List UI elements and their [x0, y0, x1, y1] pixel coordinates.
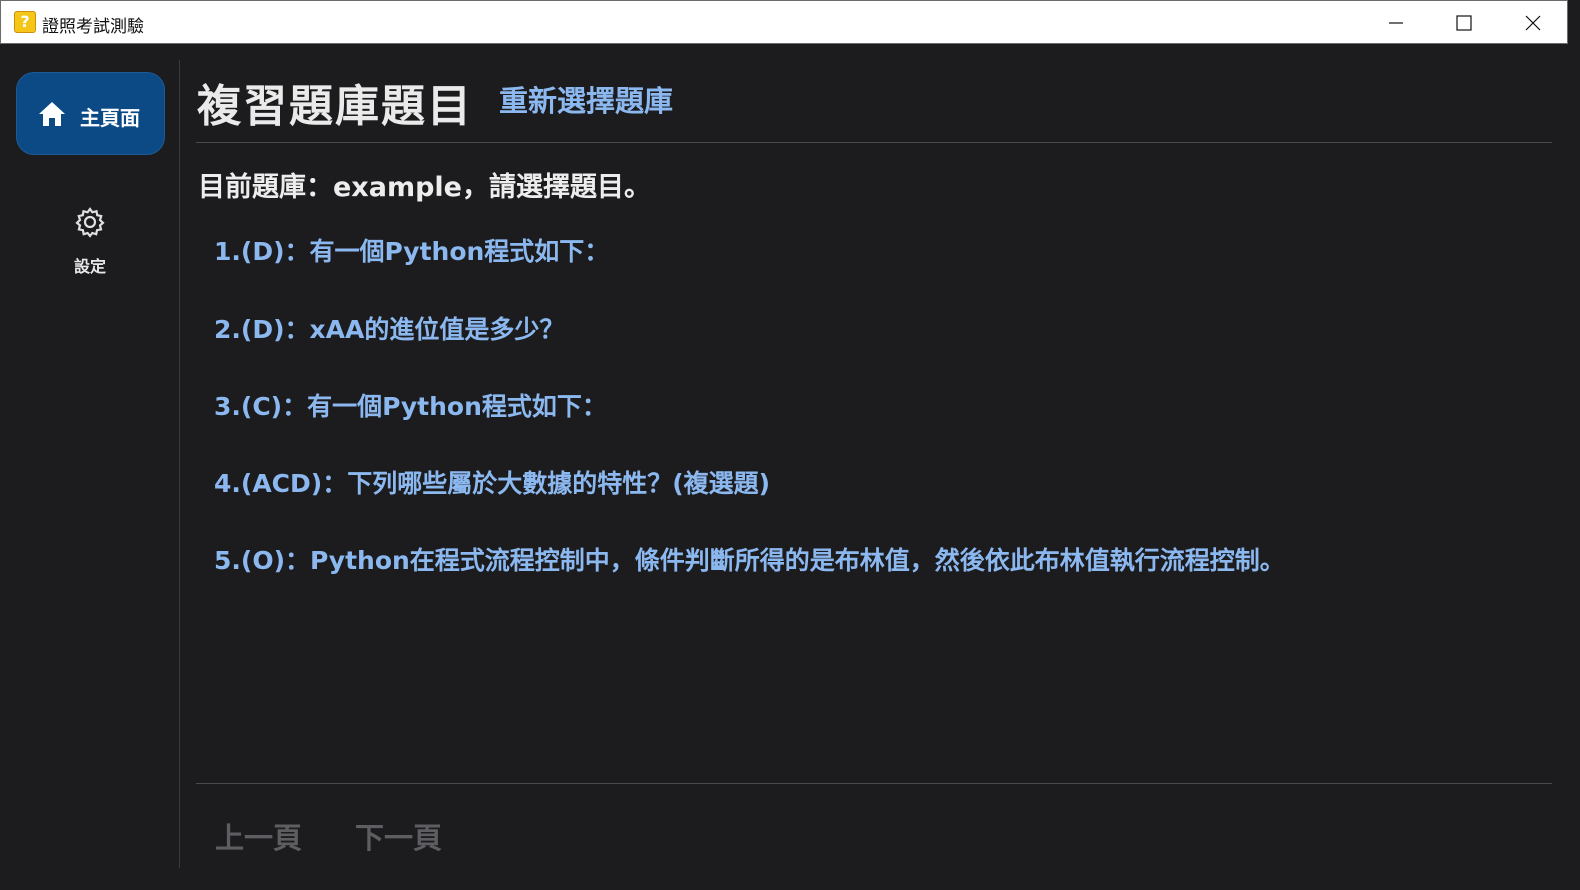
nav-settings-label: 設定 — [73, 257, 106, 276]
title-bar: ? 證照考試測驗 — [0, 0, 1568, 44]
question-item[interactable]: 5.(O)：Python在程式流程控制中，條件判斷所得的是布林值，然後依此布林值… — [214, 541, 1285, 577]
app-icon: ? — [14, 11, 36, 33]
prev-page-button[interactable]: 上一頁 — [215, 815, 302, 857]
window-title: 證照考試測驗 — [42, 17, 144, 37]
close-icon[interactable] — [1518, 8, 1548, 38]
sidebar-divider — [179, 60, 180, 868]
gear-icon — [75, 207, 105, 238]
reselect-bank-link[interactable]: 重新選擇題庫 — [499, 78, 673, 120]
current-bank-label: 目前題庫：example，請選擇題目。 — [198, 172, 651, 203]
home-icon — [39, 102, 65, 126]
page-title: 複習題庫題目 — [197, 81, 473, 132]
question-item[interactable]: 1.(D)：有一個Python程式如下： — [214, 232, 609, 268]
question-item[interactable]: 4.(ACD)：下列哪些屬於大數據的特性？(複選題) — [214, 464, 770, 500]
question-item[interactable]: 3.(C)：有一個Python程式如下： — [214, 387, 607, 423]
nav-home-label: 主頁面 — [80, 106, 140, 130]
next-page-button[interactable]: 下一頁 — [355, 815, 442, 857]
footer-divider — [196, 783, 1552, 784]
header-divider — [196, 142, 1552, 143]
minimize-icon[interactable] — [1381, 8, 1411, 38]
question-item[interactable]: 2.(D)：xAA的進位值是多少？ — [214, 310, 564, 346]
maximize-icon[interactable] — [1449, 8, 1479, 38]
nav-home-button[interactable]: 主頁面 — [16, 72, 165, 155]
nav-settings-button[interactable]: 設定 — [50, 200, 130, 280]
